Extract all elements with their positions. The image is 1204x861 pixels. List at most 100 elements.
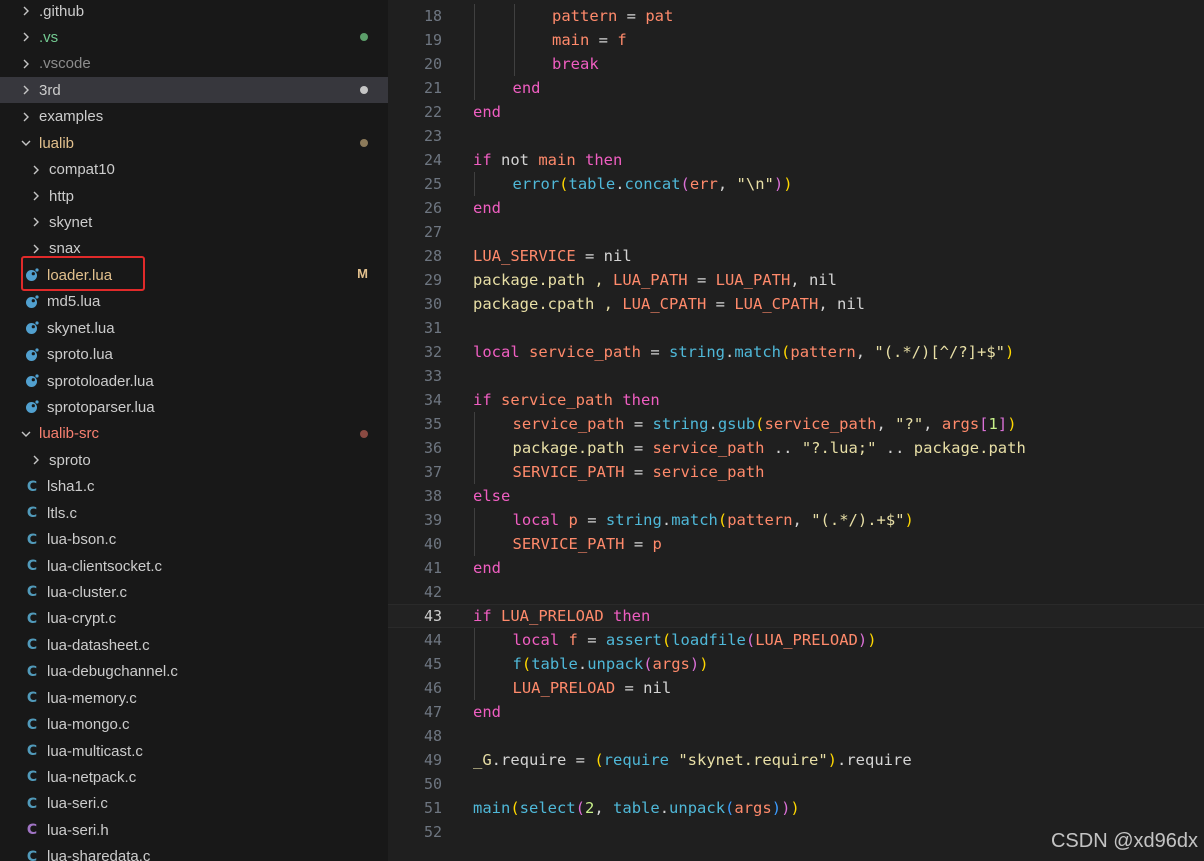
code-line[interactable]: 26 end bbox=[388, 196, 1204, 220]
chevron-right-icon[interactable] bbox=[19, 112, 33, 122]
tree-item-folder-http[interactable]: http bbox=[0, 183, 388, 209]
tree-item-file-sproto-lua[interactable]: sproto.lua bbox=[0, 342, 388, 368]
tree-item-file-lua-seri-c[interactable]: Clua-seri.c bbox=[0, 791, 388, 817]
code-line[interactable]: 20 break bbox=[388, 52, 1204, 76]
tree-item-label: lua-crypt.c bbox=[47, 610, 117, 628]
code-line[interactable]: 27 bbox=[388, 220, 1204, 244]
code-line[interactable]: 18 pattern = pat bbox=[388, 4, 1204, 28]
code-line[interactable]: 39 local p = string.match(pattern, "(.*/)… bbox=[388, 508, 1204, 532]
chevron-down-icon[interactable] bbox=[19, 429, 33, 439]
tree-item-folder-sproto[interactable]: sproto bbox=[0, 447, 388, 473]
tree-item-file-md5-lua[interactable]: md5.lua bbox=[0, 289, 388, 315]
code-token: LUA_CPATH bbox=[622, 294, 707, 313]
chevron-right-icon[interactable] bbox=[29, 191, 43, 201]
c-file-icon: C bbox=[26, 848, 38, 861]
code-line[interactable]: 34 if service_path then bbox=[388, 388, 1204, 412]
tree-item-file-lua-mongo-c[interactable]: Clua-mongo.c bbox=[0, 712, 388, 738]
tree-item-file-lua-debugchannel-c[interactable]: Clua-debugchannel.c bbox=[0, 659, 388, 685]
tree-item-folder-lualib-src[interactable]: lualib-src bbox=[0, 421, 388, 447]
code-line[interactable]: 45 f(table.unpack(args)) bbox=[388, 652, 1204, 676]
code-token: error bbox=[512, 174, 560, 193]
tree-item-file-skynet-lua[interactable]: skynet.lua bbox=[0, 315, 388, 341]
line-number: 41 bbox=[423, 558, 442, 577]
tree-item-file-lua-multicast-c[interactable]: Clua-multicast.c bbox=[0, 738, 388, 764]
code-token: ) bbox=[771, 798, 782, 817]
tree-item-file-lua-datasheet-c[interactable]: Clua-datasheet.c bbox=[0, 632, 388, 658]
tree-item-file-lua-netpack-c[interactable]: Clua-netpack.c bbox=[0, 764, 388, 790]
chevron-down-icon[interactable] bbox=[19, 138, 33, 148]
tree-item-folder-3rd[interactable]: 3rd bbox=[0, 77, 388, 104]
code-token: .. bbox=[764, 438, 802, 457]
tree-item-file-loader-lua[interactable]: loader.lua M bbox=[0, 262, 388, 288]
code-line[interactable]: 35 service_path = string.gsub(service_pat… bbox=[388, 412, 1204, 436]
code-line[interactable]: 49 _G.require = (require "skynet.require"… bbox=[388, 748, 1204, 772]
code-line[interactable]: 51 main(select(2, table.unpack(args))) bbox=[388, 796, 1204, 820]
code-line[interactable]: 25 error(table.concat(err, "\n")) bbox=[388, 172, 1204, 196]
explorer-sidebar: .github .vs .vscode 3rd examples lualib compat… bbox=[0, 0, 388, 861]
code-line[interactable]: 36 package.path = service_path .. "?.lua;… bbox=[388, 436, 1204, 460]
code-line[interactable]: 40 SERVICE_PATH = p bbox=[388, 532, 1204, 556]
tree-item-folder-vscode[interactable]: .vscode bbox=[0, 51, 388, 77]
code-line[interactable]: 31 bbox=[388, 316, 1204, 340]
tree-item-file-lua-clientsocket-c[interactable]: Clua-clientsocket.c bbox=[0, 553, 388, 579]
code-line[interactable]: 42 bbox=[388, 580, 1204, 604]
code-line[interactable]: 46 LUA_PRELOAD = nil bbox=[388, 676, 1204, 700]
tree-item-file-lua-memory-c[interactable]: Clua-memory.c bbox=[0, 685, 388, 711]
code-line[interactable]: 24 if not main then bbox=[388, 148, 1204, 172]
code-line[interactable]: 30 package.cpath , LUA_CPATH = LUA_CPATH,… bbox=[388, 292, 1204, 316]
code-line[interactable]: 41 end bbox=[388, 556, 1204, 580]
code-token: ) bbox=[857, 630, 868, 649]
tree-item-file-lua-seri-h[interactable]: Clua-seri.h bbox=[0, 817, 388, 843]
tree-item-folder-vs[interactable]: .vs bbox=[0, 24, 388, 50]
code-line[interactable]: 29 package.path , LUA_PATH = LUA_PATH, ni… bbox=[388, 268, 1204, 292]
code-line[interactable]: 28 LUA_SERVICE = nil bbox=[388, 244, 1204, 268]
code-line[interactable]: 43 if LUA_PRELOAD then bbox=[388, 603, 1204, 628]
code-line[interactable]: 47 end bbox=[388, 700, 1204, 724]
line-number: 37 bbox=[423, 462, 442, 481]
chevron-right-icon[interactable] bbox=[29, 165, 43, 175]
chevron-right-icon[interactable] bbox=[19, 59, 33, 69]
tree-item-file-lua-bson-c[interactable]: Clua-bson.c bbox=[0, 527, 388, 553]
tree-item-file-lua-crypt-c[interactable]: Clua-crypt.c bbox=[0, 606, 388, 632]
chevron-right-icon[interactable] bbox=[29, 244, 43, 254]
code-line[interactable]: 37 SERVICE_PATH = service_path bbox=[388, 460, 1204, 484]
code-line[interactable]: 19 main = f bbox=[388, 28, 1204, 52]
code-token: package bbox=[913, 438, 980, 457]
tree-item-folder-lualib[interactable]: lualib bbox=[0, 130, 388, 156]
code-line[interactable]: 50 bbox=[388, 772, 1204, 796]
chevron-right-icon[interactable] bbox=[29, 455, 43, 465]
code-line[interactable]: 21 end bbox=[388, 76, 1204, 100]
tree-item-folder-github[interactable]: .github bbox=[0, 0, 388, 24]
code-line[interactable]: 32 local service_path = string.match(patt… bbox=[388, 340, 1204, 364]
tree-item-file-sprotoparser-lua[interactable]: sprotoparser.lua bbox=[0, 394, 388, 420]
chevron-right-icon[interactable] bbox=[19, 6, 33, 16]
tree-item-file-lsha1-c[interactable]: Clsha1.c bbox=[0, 474, 388, 500]
code-line[interactable]: 22 end bbox=[388, 100, 1204, 124]
code-text: end bbox=[473, 703, 501, 721]
tree-item-folder-skynet[interactable]: skynet bbox=[0, 209, 388, 235]
chevron-right-icon[interactable] bbox=[29, 217, 43, 227]
tree-item-file-lua-cluster-c[interactable]: Clua-cluster.c bbox=[0, 579, 388, 605]
tree-item-file-lua-sharedata-c[interactable]: Clua-sharedata.c bbox=[0, 844, 388, 861]
c-file-icon: C bbox=[26, 637, 38, 654]
tree-item-folder-examples[interactable]: examples bbox=[0, 104, 388, 130]
tree-item-folder-snax[interactable]: snax bbox=[0, 236, 388, 262]
code-line[interactable]: 38 else bbox=[388, 484, 1204, 508]
code-line[interactable]: 44 local f = assert(loadfile(LUA_PRELOAD)… bbox=[388, 628, 1204, 652]
tree-item-folder-compat10[interactable]: compat10 bbox=[0, 157, 388, 183]
tree-item-file-ltls-c[interactable]: Cltls.c bbox=[0, 500, 388, 526]
code-editor[interactable]: 18 pattern = pat 19 main = f 20 break 21 end 22 e… bbox=[388, 0, 1204, 861]
code-token: service_path bbox=[512, 414, 625, 433]
h-file-icon: C bbox=[26, 822, 38, 839]
c-file-icon: C bbox=[26, 690, 38, 707]
chevron-right-icon[interactable] bbox=[19, 85, 33, 95]
code-token: ) bbox=[699, 654, 709, 673]
tree-item-label: http bbox=[49, 187, 75, 205]
code-line[interactable]: 23 bbox=[388, 124, 1204, 148]
code-token: service_path bbox=[652, 438, 765, 457]
code-token: ( bbox=[510, 798, 520, 817]
tree-item-file-sprotoloader-lua[interactable]: sprotoloader.lua bbox=[0, 368, 388, 394]
code-line[interactable]: 33 bbox=[388, 364, 1204, 388]
chevron-right-icon[interactable] bbox=[19, 32, 33, 42]
code-line[interactable]: 48 bbox=[388, 724, 1204, 748]
